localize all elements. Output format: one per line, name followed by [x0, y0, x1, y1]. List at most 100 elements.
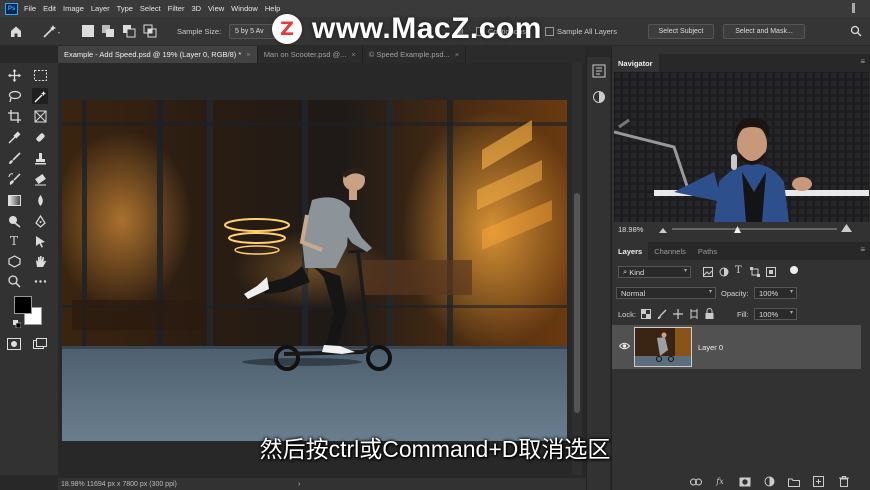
delete-layer-trash-icon[interactable]: [838, 476, 850, 487]
tab-navigator[interactable]: Navigator: [612, 54, 659, 72]
type-tool-icon[interactable]: T: [6, 233, 22, 249]
dodge-tool-icon[interactable]: [6, 213, 22, 229]
close-tab-icon[interactable]: ×: [351, 50, 355, 59]
document-tab-man-on-scooter[interactable]: Man on Scooter.psd @... ×: [258, 46, 363, 63]
intersect-selection-icon[interactable]: [143, 24, 159, 38]
lasso-tool-icon[interactable]: [6, 88, 22, 104]
zoom-slider-track[interactable]: [672, 228, 837, 230]
filter-type-icon[interactable]: T: [735, 265, 742, 276]
clone-stamp-tool-icon[interactable]: [32, 150, 48, 166]
zoom-slider-thumb[interactable]: [734, 226, 741, 233]
filter-shape-icon[interactable]: [750, 267, 760, 277]
menu-filter[interactable]: Filter: [168, 4, 185, 13]
brush-tool-icon[interactable]: [6, 150, 22, 166]
spot-healing-tool-icon[interactable]: [32, 129, 48, 145]
document-tab-speed-example[interactable]: © Speed Example.psd... ×: [363, 46, 467, 63]
new-group-icon[interactable]: [788, 476, 800, 487]
add-mask-icon[interactable]: [739, 476, 751, 487]
filter-pixel-icon[interactable]: [703, 267, 713, 277]
tab-layers[interactable]: Layers: [612, 242, 649, 260]
menu-image[interactable]: Image: [63, 4, 84, 13]
history-panel-icon[interactable]: [592, 64, 606, 78]
layer-effects-icon[interactable]: fx: [714, 476, 726, 487]
status-menu-arrow-icon[interactable]: ›: [298, 481, 300, 488]
lock-image-pixels-icon[interactable]: [657, 309, 667, 319]
sample-size-select[interactable]: 5 by 5 Av: [229, 24, 277, 39]
menu-3d[interactable]: 3D: [191, 4, 201, 13]
layer-thumbnail[interactable]: [634, 327, 692, 367]
foreground-color-swatch[interactable]: [14, 296, 32, 314]
layer-row[interactable]: Layer 0: [612, 325, 861, 369]
tab-channels[interactable]: Channels: [648, 242, 692, 260]
default-colors-icon[interactable]: [13, 320, 22, 329]
menu-help[interactable]: Help: [265, 4, 280, 13]
filter-smart-object-icon[interactable]: [766, 267, 776, 277]
new-adjustment-layer-icon[interactable]: [763, 476, 775, 487]
fill-field[interactable]: 100% ▾: [754, 308, 797, 320]
add-to-selection-icon[interactable]: [101, 24, 117, 38]
document-tab-example-add-speed[interactable]: Example - Add Speed.psd @ 19% (Layer 0, …: [58, 46, 258, 63]
panel-menu-icon[interactable]: ≡: [860, 57, 865, 66]
zoom-out-icon[interactable]: [659, 226, 667, 233]
blur-tool-icon[interactable]: [32, 192, 48, 208]
select-and-mask-button[interactable]: Select and Mask...: [723, 24, 805, 39]
filter-adjustment-icon[interactable]: [719, 267, 729, 277]
hand-tool-icon[interactable]: [32, 253, 48, 269]
document-canvas-image[interactable]: [62, 100, 567, 441]
search-icon[interactable]: [850, 25, 862, 37]
gradient-tool-icon[interactable]: [6, 192, 22, 208]
lock-all-icon[interactable]: [705, 308, 714, 319]
eyedropper-tool-icon[interactable]: [6, 129, 22, 145]
subtract-from-selection-icon[interactable]: [122, 24, 138, 38]
window-control-icon[interactable]: [852, 3, 855, 13]
move-tool-icon[interactable]: [6, 67, 22, 83]
vertical-scrollbar[interactable]: [572, 63, 582, 475]
layer-name[interactable]: Layer 0: [698, 343, 723, 352]
menu-file[interactable]: File: [24, 4, 36, 13]
sample-all-layers-checkbox[interactable]: [545, 27, 554, 36]
marquee-tool-icon[interactable]: [32, 67, 48, 83]
contiguous-checkbox[interactable]: [476, 27, 485, 36]
zoom-tool-icon[interactable]: [6, 273, 22, 289]
shape-tool-icon[interactable]: [6, 253, 22, 269]
history-brush-tool-icon[interactable]: [6, 171, 22, 187]
adjustments-panel-icon[interactable]: [592, 90, 606, 104]
menu-layer[interactable]: Layer: [91, 4, 110, 13]
layers-panel-menu-icon[interactable]: ≡: [860, 245, 865, 254]
close-tab-icon[interactable]: ×: [455, 50, 459, 59]
select-subject-button[interactable]: Select Subject: [648, 24, 714, 39]
quick-mask-icon[interactable]: [6, 336, 22, 352]
magic-wand-tool-icon[interactable]: [32, 88, 48, 104]
navigator-preview[interactable]: [614, 72, 869, 222]
screen-mode-icon[interactable]: [32, 336, 48, 352]
navigator-zoom-value[interactable]: 18.98%: [618, 225, 643, 234]
layer-visibility-eye-icon[interactable]: [618, 342, 631, 350]
edit-toolbar-icon[interactable]: [32, 273, 48, 289]
layer-filter-kind-select[interactable]: ⌕ Kind ▾: [618, 266, 691, 278]
lock-artboard-icon[interactable]: [689, 309, 699, 319]
close-tab-icon[interactable]: ×: [246, 50, 250, 59]
menu-edit[interactable]: Edit: [43, 4, 56, 13]
lock-position-icon[interactable]: [673, 309, 683, 319]
pen-tool-icon[interactable]: [32, 213, 48, 229]
vertical-scrollbar-thumb[interactable]: [574, 193, 580, 413]
filter-toggle-icon[interactable]: [790, 266, 798, 274]
crop-tool-icon[interactable]: [6, 108, 22, 124]
menu-window[interactable]: Window: [231, 4, 258, 13]
blend-mode-select[interactable]: Normal ▾: [616, 287, 716, 299]
home-icon[interactable]: [9, 25, 23, 38]
tab-paths[interactable]: Paths: [692, 242, 723, 260]
menu-type[interactable]: Type: [117, 4, 133, 13]
link-layers-icon[interactable]: [690, 476, 702, 487]
eraser-tool-icon[interactable]: [32, 171, 48, 187]
menu-view[interactable]: View: [208, 4, 224, 13]
lock-transparent-pixels-icon[interactable]: [641, 309, 651, 319]
new-selection-icon[interactable]: [82, 25, 94, 37]
frame-tool-icon[interactable]: [32, 108, 48, 124]
path-selection-tool-icon[interactable]: [32, 233, 48, 249]
new-layer-icon[interactable]: [812, 476, 824, 487]
zoom-in-icon[interactable]: [841, 224, 852, 232]
menu-select[interactable]: Select: [140, 4, 161, 13]
magic-wand-tool-preset-icon[interactable]: [42, 23, 60, 39]
opacity-field[interactable]: 100% ▾: [754, 287, 797, 299]
